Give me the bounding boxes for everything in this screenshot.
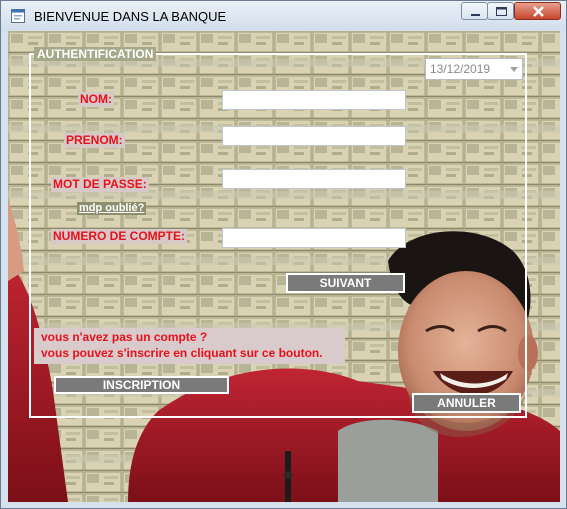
date-value: 13/12/2019 [430,62,491,76]
no-account-line-1: vous n'avez pas un compte ? [41,330,208,344]
account-number-input[interactable] [222,228,406,248]
window-title: BIENVENUE DANS LA BANQUE [34,9,227,24]
prenom-input[interactable] [222,126,406,146]
minimize-button[interactable] [461,2,488,20]
close-icon [533,6,544,17]
form-icon [11,9,25,23]
app-window: BIENVENUE DANS LA BANQUE AUTHENTIFICATIO… [0,0,567,509]
label-nom: NOM: [78,92,114,107]
forgot-password-link[interactable]: mdp oublié? [77,202,147,215]
maximize-button[interactable] [487,2,514,20]
chevron-down-icon[interactable] [510,67,518,72]
register-button[interactable]: INSCRIPTION [54,376,229,394]
cancel-button[interactable]: ANNULER [412,393,521,413]
label-numero-de-compte: NUMERO DE COMPTE: [51,229,187,244]
groupbox-title: AUTHENTIFICATION [34,47,157,61]
nom-input[interactable] [222,90,406,110]
maximize-icon [496,7,507,16]
minimize-icon [471,14,480,16]
label-mot-de-passe: MOT DE PASSE: [51,177,149,192]
no-account-message: vous n'avez pas un compte ? vous pouvez … [34,328,345,364]
next-button[interactable]: SUIVANT [286,273,405,293]
label-prenom: PRENOM: [64,133,125,148]
form-client-area: AUTHENTIFICATION 13/12/2019 NOM: PRENOM:… [8,31,560,502]
password-input[interactable] [222,169,406,189]
title-bar[interactable]: BIENVENUE DANS LA BANQUE [1,1,566,31]
date-picker[interactable]: 13/12/2019 [425,58,523,80]
close-button[interactable] [514,2,561,20]
no-account-line-2: vous pouvez s'inscrire en cliquant sur c… [41,346,323,360]
